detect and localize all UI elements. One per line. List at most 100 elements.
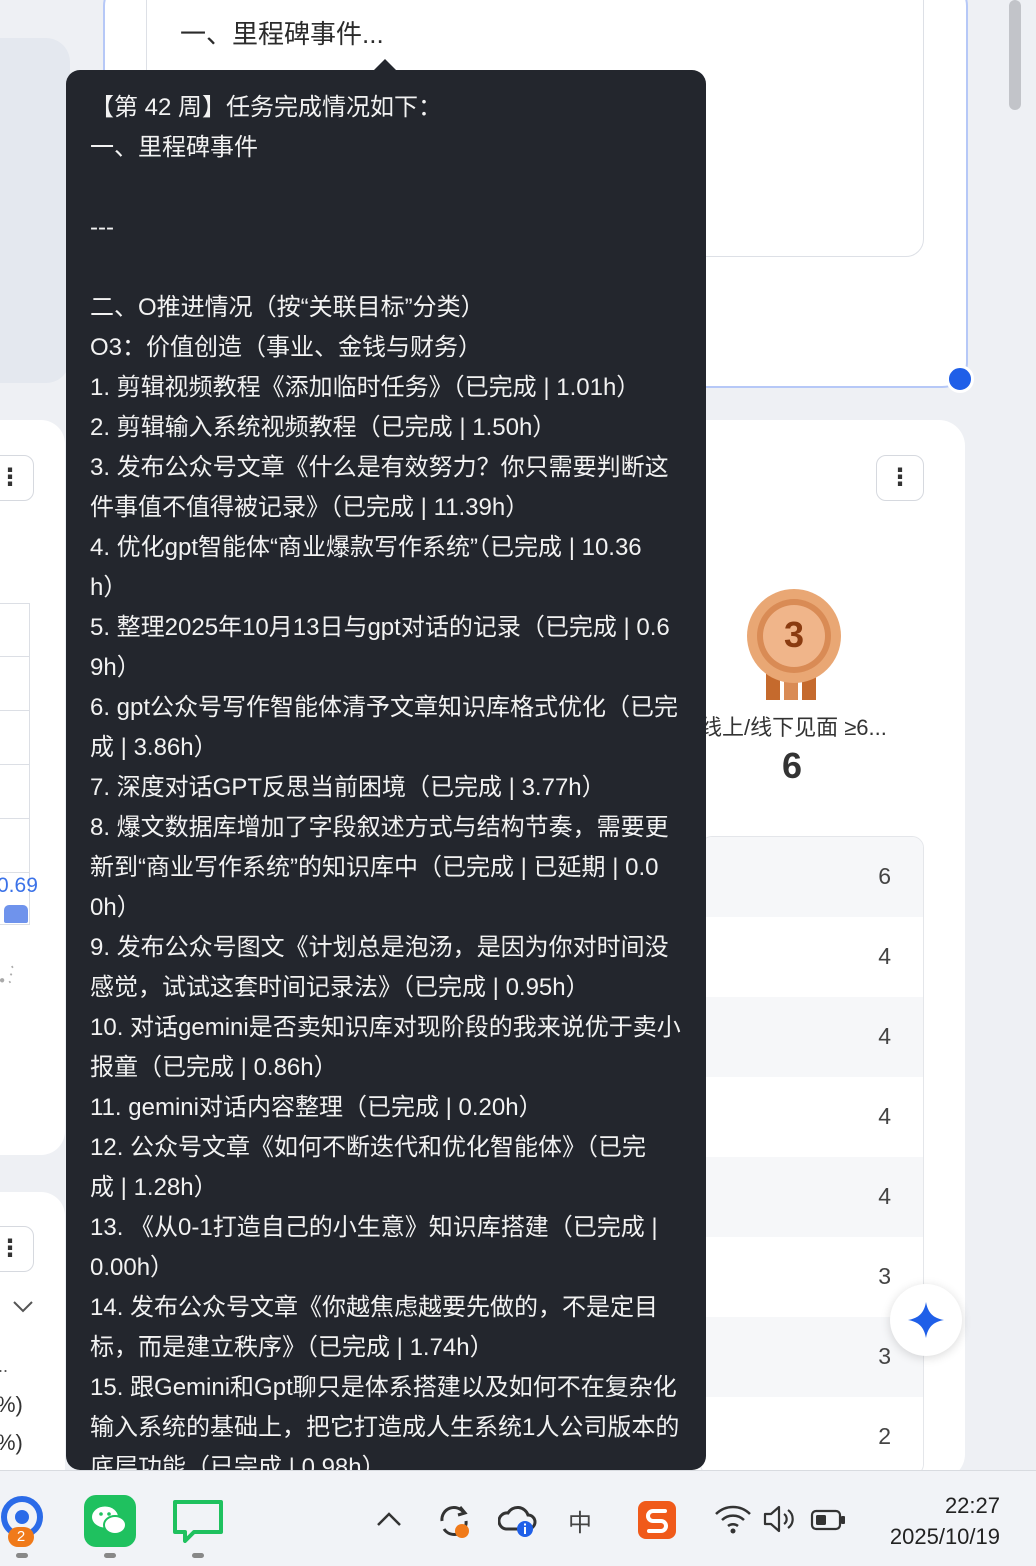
tooltip-line: 报童（已完成 | 0.86h） bbox=[90, 1054, 338, 1081]
tooltip-line: 一、里程碑事件 bbox=[90, 134, 258, 161]
tooltip-line: 5. 整理2025年10月13日与gpt对话的记录（已完成 | 0.6 bbox=[90, 614, 670, 641]
tooltip-line: 13. 《从0-1打造自己的小生意》知识库搭建（已完成 | bbox=[90, 1214, 658, 1241]
chevron-up-icon bbox=[377, 1512, 401, 1526]
medal-count: 6 bbox=[782, 745, 803, 786]
battery-icon bbox=[810, 1509, 845, 1531]
list-item: 4 bbox=[701, 1077, 923, 1157]
rank-value: 2 bbox=[878, 1423, 891, 1449]
tooltip-line: 11. gemini对话内容整理（已完成 | 0.20h） bbox=[90, 1094, 543, 1121]
wifi-tray-icon[interactable] bbox=[714, 1503, 752, 1535]
task-summary-tooltip: 【第 42 周】任务完成情况如下： 一、里程碑事件 --- 二、O推进情况（按“… bbox=[66, 70, 706, 1470]
editor-text: 一、里程碑事件... bbox=[180, 19, 384, 49]
list-item: 2 bbox=[701, 1397, 923, 1470]
tooltip-line: 2. 剪辑输入系统视频教程（已完成 | 1.50h） bbox=[90, 414, 557, 441]
tooltip-line: 感觉，试试这套时间记录法》（已完成 | 0.95h） bbox=[90, 974, 590, 1001]
scrollbar-thumb[interactable] bbox=[1009, 0, 1021, 110]
more-vertical-icon: ⋮ bbox=[0, 464, 22, 491]
list-item: 4 bbox=[701, 997, 923, 1077]
medal-label: 线上/线下见面 ≥6... bbox=[700, 715, 887, 740]
list-item: 3 bbox=[701, 1317, 923, 1397]
rank-value: 4 bbox=[878, 1103, 891, 1129]
list-item: 6 bbox=[701, 837, 923, 917]
app-window: ⋮ ⋮ 0.69 •⋰ .. %) %) 一、里程碑事件... ⋮ 3 线上/线… bbox=[0, 0, 1036, 1470]
wechat-taskbar-icon[interactable] bbox=[84, 1495, 136, 1547]
tooltip-line: 9h） bbox=[90, 654, 141, 681]
browser-taskbar-icon[interactable]: 2 bbox=[0, 1495, 48, 1547]
list-item: 4 bbox=[701, 1157, 923, 1237]
tooltip-line: 4. 优化gpt智能体“商业爆款写作系统”（已完成 | 10.36 bbox=[90, 534, 642, 561]
tooltip-line: 6. gpt公众号写作智能体清予文章知识库格式优化（已完 bbox=[90, 694, 679, 721]
more-options-button[interactable]: ⋮ bbox=[876, 455, 924, 501]
rank-value: 3 bbox=[878, 1263, 891, 1289]
speaker-icon bbox=[763, 1505, 794, 1533]
wechat-icon bbox=[84, 1495, 136, 1547]
battery-tray-icon[interactable] bbox=[810, 1507, 848, 1533]
left-panel-top bbox=[0, 38, 70, 383]
chevron-down-icon[interactable] bbox=[12, 1298, 34, 1319]
taskbar-clock[interactable]: 22:27 2025/10/19 bbox=[890, 1491, 1000, 1553]
tooltip-line: 输入系统的基础上，把它打造成人生系统1人公司版本的 bbox=[90, 1414, 680, 1441]
tooltip-line: 新到“商业写作系统”的知识库中（已完成 | 已延期 | 0.0 bbox=[90, 854, 659, 881]
tooltip-line: 二、O推进情况（按“关联目标”分类） bbox=[90, 294, 485, 321]
tooltip-line: --- bbox=[90, 214, 114, 241]
rank-value: 4 bbox=[878, 1023, 891, 1049]
text-fragment: .. bbox=[0, 1356, 9, 1376]
sogou-ime-tray-icon[interactable] bbox=[638, 1501, 676, 1539]
chat-bubble-icon bbox=[173, 1500, 223, 1543]
tooltip-line: 3. 发布公众号文章《什么是有效努力？你只需要判断这 bbox=[90, 454, 669, 481]
more-options-button[interactable]: ⋮ bbox=[0, 455, 34, 501]
running-indicator bbox=[104, 1553, 116, 1558]
notification-badge: 2 bbox=[8, 1527, 34, 1547]
show-hidden-icons-button[interactable] bbox=[374, 1509, 404, 1529]
tooltip-line: 7. 深度对话GPT反思当前困境（已完成 | 3.77h） bbox=[90, 774, 606, 801]
clock-time: 22:27 bbox=[944, 1493, 1000, 1518]
wifi-icon bbox=[715, 1505, 751, 1534]
tooltip-line: 标，而是建立秩序》（已完成 | 1.74h） bbox=[90, 1334, 494, 1361]
tooltip-line: 1. 剪辑视频教程《添加临时任务》（已完成 | 1.01h） bbox=[90, 374, 641, 401]
more-options-button[interactable]: ⋮ bbox=[0, 1226, 34, 1272]
tooltip-line: 成 | 3.86h） bbox=[90, 734, 218, 761]
sync-tray-icon[interactable] bbox=[434, 1501, 474, 1541]
more-vertical-icon: ⋮ bbox=[0, 1235, 22, 1262]
cloud-info-icon bbox=[498, 1506, 537, 1537]
text-fragment: %) bbox=[0, 1392, 23, 1417]
ime-mode-label: 中 bbox=[568, 1508, 592, 1537]
taskbar: 2 中 22:27 2025/10/19 bbox=[0, 1470, 1036, 1566]
sparkle-icon bbox=[908, 1302, 944, 1338]
input-method-indicator[interactable]: 中 bbox=[564, 1503, 596, 1537]
cloud-tray-icon[interactable] bbox=[498, 1503, 538, 1539]
running-indicator bbox=[192, 1553, 204, 1558]
messaging-taskbar-icon[interactable] bbox=[172, 1499, 224, 1543]
tooltip-line: 0.00h） bbox=[90, 1254, 175, 1281]
tooltip-line: O3：价值创造（事业、金钱与财务） bbox=[90, 334, 483, 361]
ai-assistant-button[interactable] bbox=[890, 1284, 962, 1356]
running-indicator bbox=[16, 1553, 28, 1558]
ranking-list: 6 4 4 4 4 3 3 2 bbox=[700, 836, 924, 1470]
more-vertical-icon: ⋮ bbox=[888, 464, 912, 491]
tooltip-line: 12. 公众号文章《如何不断迭代和优化智能体》（已完 bbox=[90, 1134, 647, 1161]
tooltip-line: 10. 对话gemini是否卖知识库对现阶段的我来说优于卖小 bbox=[90, 1014, 681, 1041]
list-item: 3 bbox=[701, 1237, 923, 1317]
tooltip-line bbox=[90, 248, 690, 288]
tooltip-line: 0h） bbox=[90, 894, 141, 921]
sync-icon bbox=[440, 1506, 469, 1538]
tooltip-line: 15. 跟Gemini和Gpt聊只是体系搭建以及如何不在复杂化 bbox=[90, 1374, 677, 1401]
medal-rank: 3 bbox=[783, 614, 805, 655]
rank-value: 3 bbox=[878, 1343, 891, 1369]
chart-bar bbox=[4, 905, 28, 923]
tooltip-line: 14. 发布公众号文章《你越焦虑越要先做的，不是定目 bbox=[90, 1294, 659, 1321]
tooltip-line: 9. 发布公众号图文《计划总是泡汤，是因为你对时间没 bbox=[90, 934, 669, 961]
tooltip-content: 【第 42 周】任务完成情况如下： 一、里程碑事件 --- 二、O推进情况（按“… bbox=[90, 88, 690, 1470]
tooltip-line: 【第 42 周】任务完成情况如下： bbox=[90, 94, 443, 121]
clock-date: 2025/10/19 bbox=[889, 1524, 1000, 1549]
tooltip-line: 8. 爆文数据库增加了字段叙述方式与结构节奏，需要更 bbox=[90, 814, 669, 841]
rank-value: 4 bbox=[878, 1183, 891, 1209]
tooltip-line: 件事值不值得被记录》（已完成 | 11.39h） bbox=[90, 494, 530, 521]
chart-value-label: 0.69 bbox=[0, 874, 38, 897]
rank-value: 6 bbox=[878, 863, 891, 889]
resize-handle[interactable] bbox=[946, 365, 974, 393]
tooltip-line: 成 | 1.28h） bbox=[90, 1174, 218, 1201]
tooltip-line: 底层功能（已完成 | 0.98h） bbox=[90, 1454, 386, 1470]
list-item: 4 bbox=[701, 917, 923, 997]
volume-tray-icon[interactable] bbox=[762, 1503, 796, 1535]
